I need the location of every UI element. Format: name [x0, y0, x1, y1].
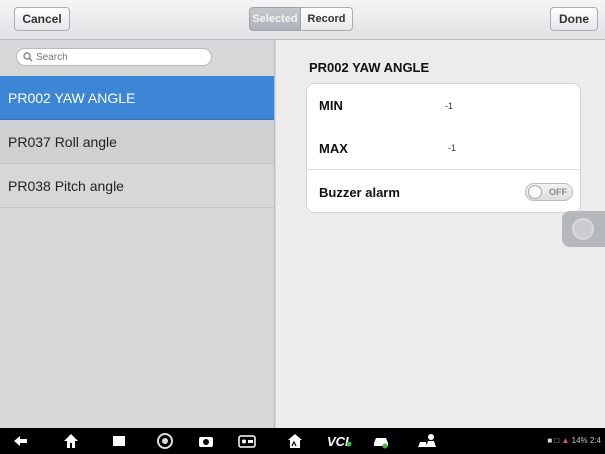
- system-nav-bar: VCI ■ □ ▲ 14% 2:4: [0, 428, 605, 454]
- buzzer-state: OFF: [549, 187, 567, 197]
- buzzer-label: Buzzer alarm: [319, 185, 400, 200]
- assistive-touch-icon: [572, 218, 594, 240]
- search-box[interactable]: [16, 48, 212, 66]
- list-item[interactable]: PR037 Roll angle: [0, 120, 274, 164]
- browser-icon[interactable]: [156, 432, 174, 450]
- min-row[interactable]: MIN -1: [307, 84, 580, 127]
- status-readout: ■ □ ▲ 14% 2:4: [547, 436, 601, 445]
- min-value[interactable]: -1: [445, 101, 453, 111]
- service-icon[interactable]: [416, 432, 438, 450]
- view-segmented-control: Selected Record: [249, 7, 353, 31]
- buzzer-row: Buzzer alarm OFF: [307, 171, 580, 214]
- battery-status-text: 14% 2:4: [571, 436, 601, 445]
- done-button[interactable]: Done: [550, 7, 598, 31]
- max-row[interactable]: MAX -1: [307, 127, 580, 170]
- parameter-list: PR002 YAW ANGLE PR037 Roll angle PR038 P…: [0, 76, 274, 208]
- vci-icon[interactable]: VCI: [326, 432, 352, 450]
- detail-title: PR002 YAW ANGLE: [309, 60, 430, 75]
- cancel-button[interactable]: Cancel: [14, 7, 70, 31]
- threshold-card: MIN -1 MAX -1 Buzzer alarm OFF: [306, 83, 581, 213]
- search-icon: [23, 52, 33, 62]
- car-icon[interactable]: [372, 432, 390, 450]
- camera-icon[interactable]: [197, 432, 215, 450]
- wifi-icon: ▲: [561, 436, 570, 445]
- search-input[interactable]: [36, 51, 206, 63]
- svg-text:VCI: VCI: [327, 434, 349, 449]
- list-item[interactable]: PR038 Pitch angle: [0, 164, 274, 208]
- autel-home-icon[interactable]: [286, 432, 304, 450]
- min-label: MIN: [319, 98, 343, 113]
- tab-record[interactable]: Record: [301, 7, 353, 31]
- floating-handle[interactable]: [562, 211, 605, 247]
- screenshot-icon[interactable]: [238, 432, 256, 450]
- back-icon[interactable]: [12, 432, 30, 450]
- parameter-list-panel: PR002 YAW ANGLE PR037 Roll angle PR038 P…: [0, 40, 275, 428]
- max-value[interactable]: -1: [448, 143, 456, 153]
- max-label: MAX: [319, 140, 348, 156]
- recent-apps-icon[interactable]: [110, 432, 128, 450]
- home-icon[interactable]: [62, 432, 80, 450]
- notification-icon: □: [554, 436, 560, 445]
- list-item[interactable]: PR002 YAW ANGLE: [0, 76, 274, 120]
- toggle-knob-icon: [528, 185, 542, 199]
- parameter-detail-panel: PR002 YAW ANGLE MIN -1 MAX -1 Buzzer ala…: [276, 40, 605, 428]
- buzzer-toggle[interactable]: OFF: [525, 183, 573, 201]
- tab-selected[interactable]: Selected: [249, 7, 301, 31]
- chat-icon: ■: [547, 436, 553, 445]
- top-toolbar: Cancel Selected Record Done: [0, 0, 605, 40]
